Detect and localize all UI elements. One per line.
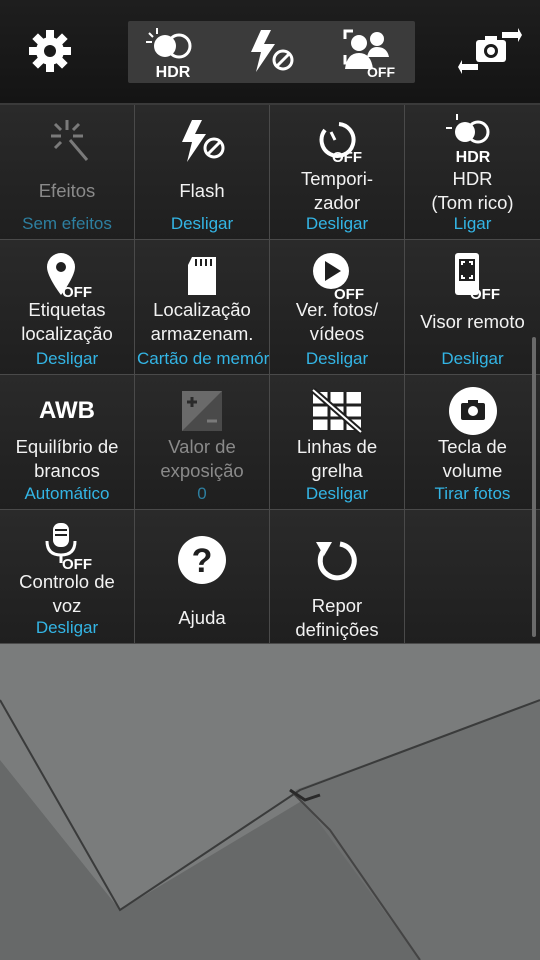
setting-reset[interactable]: Repor definições — [270, 510, 405, 644]
setting-label: HDR (Tom rico) — [431, 168, 514, 213]
setting-timer[interactable]: OFF Tempori- zador Desligar — [270, 105, 405, 240]
setting-label: Tempori- zador — [301, 168, 373, 213]
switch-camera-button[interactable] — [445, 14, 535, 88]
volume-key-camera-icon — [405, 385, 540, 437]
help-icon: ? — [135, 534, 269, 586]
setting-help[interactable]: ? Ajuda — [135, 510, 270, 644]
setting-label: Equilíbrio de brancos — [15, 436, 119, 481]
review-icon: OFF — [270, 250, 404, 302]
setting-label: Efeitos — [38, 180, 96, 201]
setting-label: Ajuda — [178, 607, 226, 628]
setting-label: Linhas de grelha — [296, 436, 378, 481]
flash-shortcut-button[interactable] — [226, 21, 316, 83]
setting-volume-key[interactable]: Tecla de volume Tirar fotos — [405, 375, 540, 510]
setting-label: Tecla de volume — [438, 436, 507, 481]
hdr-icon: HDR — [146, 28, 192, 80]
setting-label: Flash — [179, 180, 225, 201]
face-detection-icon-text: OFF — [367, 64, 395, 79]
help-icon-text: ? — [192, 542, 213, 580]
setting-remote-viewfinder[interactable]: OFF Visor remoto Desligar — [405, 240, 540, 375]
setting-empty-slot — [405, 510, 540, 644]
awb-icon: AWB — [0, 385, 134, 437]
shortcut-group: HDR OFF — [128, 21, 415, 83]
flash-off-icon — [251, 30, 294, 72]
setting-value: Desligar — [35, 349, 99, 368]
location-tag-icon: OFF — [0, 250, 134, 302]
setting-label: Visor remoto — [420, 311, 525, 332]
voice-control-icon: OFF — [0, 520, 134, 572]
setting-label: Controlo de voz — [19, 571, 115, 616]
timer-icon-text: OFF — [332, 149, 362, 166]
grid-lines-icon — [270, 385, 404, 437]
setting-review[interactable]: OFF Ver. fotos/ vídeos Desligar — [270, 240, 405, 375]
flash-off-icon — [135, 115, 269, 167]
setting-location-tags[interactable]: OFF Etiquetas localização Desligar — [0, 240, 135, 375]
setting-value: Desligar — [35, 618, 99, 637]
remote-viewfinder-icon: OFF — [405, 250, 540, 302]
hdr-icon: HDR — [405, 113, 540, 166]
voice-control-icon-text: OFF — [62, 556, 92, 571]
gear-icon — [29, 30, 71, 72]
exposure-icon — [135, 385, 269, 437]
setting-value: Tirar fotos — [434, 484, 511, 503]
setting-label: Repor definições — [295, 595, 379, 640]
sd-card-icon — [135, 250, 269, 302]
setting-effects[interactable]: Efeitos Sem efeitos — [0, 105, 135, 240]
setting-hdr[interactable]: HDR HDR (Tom rico) Ligar — [405, 105, 540, 240]
settings-grid: Efeitos Sem efeitos Flash Desligar OFF T… — [0, 105, 540, 644]
settings-panel: Efeitos Sem efeitos Flash Desligar OFF T… — [0, 105, 540, 644]
setting-exposure[interactable]: Valor de exposição 0 — [135, 375, 270, 510]
setting-value: Desligar — [441, 349, 504, 368]
effects-icon — [0, 115, 134, 167]
face-detection-icon: OFF — [343, 29, 395, 79]
setting-label: Ver. fotos/ vídeos — [295, 299, 379, 344]
timer-icon: OFF — [270, 115, 404, 167]
setting-label: Localização armazenam. — [150, 299, 254, 344]
camera-top-bar: HDR OFF — [0, 0, 540, 105]
face-detection-shortcut-button[interactable]: OFF — [324, 21, 414, 83]
settings-button[interactable] — [5, 14, 95, 88]
setting-value: Ligar — [453, 214, 492, 233]
setting-value: Desligar — [305, 484, 369, 503]
setting-grid-lines[interactable]: Linhas de grelha Desligar — [270, 375, 405, 510]
setting-white-balance[interactable]: AWB Equilíbrio de brancos Automático — [0, 375, 135, 510]
remote-viewfinder-icon-text: OFF — [470, 286, 500, 301]
setting-value: Desligar — [305, 214, 369, 233]
hdr-shortcut-button[interactable]: HDR — [128, 21, 218, 83]
setting-label: Valor de exposição — [160, 436, 244, 481]
hdr-icon-text: HDR — [156, 64, 191, 80]
awb-icon-text: AWB — [39, 397, 95, 424]
hdr-icon-text: HDR — [455, 149, 490, 166]
setting-storage-location[interactable]: Localização armazenam. Cartão de memória — [135, 240, 270, 375]
setting-value: Desligar — [305, 349, 369, 368]
reset-icon — [270, 536, 404, 588]
setting-label: Etiquetas localização — [21, 299, 113, 344]
setting-value: Automático — [24, 484, 110, 503]
switch-camera-icon — [458, 28, 522, 74]
setting-value: Cartão de memória — [137, 349, 269, 368]
setting-voice-control[interactable]: OFF Controlo de voz Desligar — [0, 510, 135, 644]
setting-value: Sem efeitos — [22, 214, 112, 233]
setting-value: 0 — [197, 484, 207, 503]
setting-value: Desligar — [170, 214, 234, 233]
setting-flash[interactable]: Flash Desligar — [135, 105, 270, 240]
settings-scrollbar[interactable] — [532, 337, 536, 637]
